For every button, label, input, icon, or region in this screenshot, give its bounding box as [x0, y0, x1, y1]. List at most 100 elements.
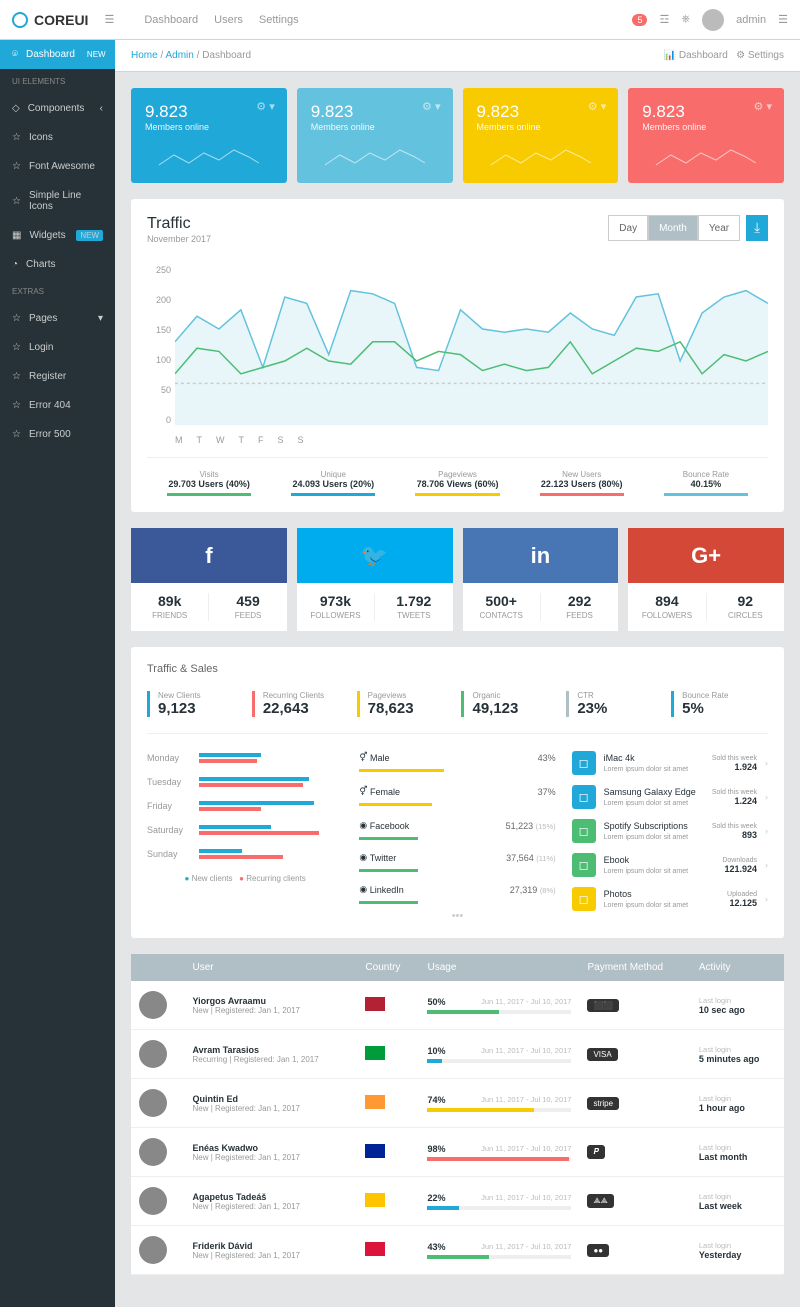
bc-home[interactable]: Home: [131, 50, 158, 61]
logo-icon: [12, 12, 28, 28]
user-avatar-icon: [139, 1138, 167, 1166]
sidebar-widgets[interactable]: ▦ WidgetsNEW: [0, 221, 115, 250]
ts-title: Traffic & Sales: [147, 663, 768, 675]
stat-card-2: ⚙ ▾9.823Members online: [463, 88, 619, 183]
menu-icon[interactable]: ☰: [778, 13, 788, 26]
traffic-title: Traffic: [147, 215, 211, 233]
payment-icon: VISA: [587, 1048, 617, 1061]
stat-value: 9.823: [311, 102, 439, 122]
table-header: Activity: [691, 954, 784, 981]
sidebar-pages[interactable]: ☆ Pages▾: [0, 304, 115, 333]
source-row: ◉ Twitter37,564 (11%): [359, 846, 555, 869]
list-icon[interactable]: ☲: [659, 13, 669, 26]
bc-dash-link[interactable]: 📊 Dashboard: [664, 50, 728, 61]
ts-metric: Organic49,123: [461, 691, 558, 717]
product-row: ◻PhotosLorem ipsum dolor sit ametUploade…: [572, 882, 768, 916]
table-header: User: [185, 954, 358, 981]
sidebar-register[interactable]: ☆ Register: [0, 362, 115, 391]
traffic-stat: Unique24.093 Users (20%): [271, 470, 395, 496]
sidebar-simpleline[interactable]: ☆ Simple Line Icons: [0, 181, 115, 221]
traffic-stat: New Users22.123 Users (80%): [520, 470, 644, 496]
stat-label: Members online: [311, 122, 439, 132]
payment-icon: stripe: [587, 1097, 619, 1110]
ts-metric: Recurring Clients22,643: [252, 691, 349, 717]
table-header: Country: [357, 954, 419, 981]
payment-icon: ⬛⬛: [587, 999, 619, 1012]
ts-metric: New Clients9,123: [147, 691, 244, 717]
gear-icon[interactable]: ⚙ ▾: [754, 100, 772, 113]
bc-admin[interactable]: Admin: [165, 50, 193, 61]
traffic-stat: Pageviews78.706 Views (60%): [395, 470, 519, 496]
traffic-chart: 250200150100500 MTWTFSS: [147, 265, 768, 445]
day-row: Friday: [147, 794, 343, 818]
nav-dashboard[interactable]: Dashboard: [144, 14, 198, 26]
day-row: Monday: [147, 746, 343, 770]
table-row[interactable]: Friderik DávidNew | Registered: Jan 1, 2…: [131, 1226, 784, 1275]
social-icon: 🐦: [297, 528, 453, 583]
username[interactable]: admin: [736, 14, 766, 26]
sidebar-404[interactable]: ☆ Error 404: [0, 391, 115, 420]
social-icon: G+: [628, 528, 784, 583]
table-header: Payment Method: [579, 954, 690, 981]
brand-logo[interactable]: COREUI: [12, 12, 88, 28]
flag-icon: [365, 1193, 385, 1207]
sidebar-icons[interactable]: ☆ Icons: [0, 123, 115, 152]
ts-metric: Pageviews78,623: [357, 691, 454, 717]
sidebar-components[interactable]: ◇ Components‹: [0, 94, 115, 123]
flag-icon: [365, 1242, 385, 1256]
nav-settings[interactable]: Settings: [259, 14, 299, 26]
table-row[interactable]: Avram TarasiosRecurring | Registered: Ja…: [131, 1030, 784, 1079]
sidebar-dashboard[interactable]: ⌾ DashboardNEW: [0, 40, 115, 69]
day-row: Sunday: [147, 842, 343, 866]
stat-card-3: ⚙ ▾9.823Members online: [628, 88, 784, 183]
location-icon[interactable]: ⎈: [681, 13, 690, 26]
bc-settings-link[interactable]: ⚙ Settings: [736, 50, 784, 61]
stat-label: Members online: [642, 122, 770, 132]
social-card-li: in500+contacts292feeds: [463, 528, 619, 631]
top-header: COREUI ☰ Dashboard Users Settings 5 ☲ ⎈ …: [0, 0, 800, 40]
table-row[interactable]: Quintin EdNew | Registered: Jan 1, 2017 …: [131, 1079, 784, 1128]
btn-day[interactable]: Day: [608, 215, 648, 241]
sidebar-section-ui: UI ELEMENTS: [0, 69, 115, 94]
gender-row: ⚥ Female37%: [359, 780, 555, 803]
gear-icon[interactable]: ⚙ ▾: [256, 100, 274, 113]
table-row[interactable]: Yiorgos AvraamuNew | Registered: Jan 1, …: [131, 981, 784, 1030]
table-header: Usage: [419, 954, 579, 981]
ts-metric: CTR23%: [566, 691, 663, 717]
stat-label: Members online: [145, 122, 273, 132]
traffic-subtitle: November 2017: [147, 234, 211, 244]
user-avatar-icon: [139, 1187, 167, 1215]
stat-value: 9.823: [477, 102, 605, 122]
flag-icon: [365, 997, 385, 1011]
flag-icon: [365, 1095, 385, 1109]
menu-toggle-icon[interactable]: ☰: [104, 13, 114, 26]
user-avatar-icon: [139, 1236, 167, 1264]
gear-icon[interactable]: ⚙ ▾: [588, 100, 606, 113]
btn-year[interactable]: Year: [698, 215, 740, 241]
users-table: UserCountryUsagePayment MethodActivity Y…: [131, 954, 784, 1275]
sidebar-fontawesome[interactable]: ☆ Font Awesome: [0, 152, 115, 181]
social-icon: in: [463, 528, 619, 583]
day-row: Saturday: [147, 818, 343, 842]
product-row: ◻iMac 4kLorem ipsum dolor sit ametSold t…: [572, 746, 768, 780]
sidebar-500[interactable]: ☆ Error 500: [0, 420, 115, 449]
download-button[interactable]: ⤓: [746, 215, 768, 241]
btn-month[interactable]: Month: [648, 215, 698, 241]
traffic-stat: Bounce Rate40.15%: [644, 470, 768, 496]
source-row: ◉ LinkedIn27,319 (8%): [359, 878, 555, 901]
stat-card-1: ⚙ ▾9.823Members online: [297, 88, 453, 183]
nav-users[interactable]: Users: [214, 14, 243, 26]
user-avatar-icon: [139, 991, 167, 1019]
table-row[interactable]: Enéas KwadwoNew | Registered: Jan 1, 201…: [131, 1128, 784, 1177]
social-card-tw: 🐦973kfollowers1.792tweets: [297, 528, 453, 631]
sidebar-charts[interactable]: ◔ Charts: [0, 250, 115, 279]
stat-label: Members online: [477, 122, 605, 132]
product-row: ◻Spotify SubscriptionsLorem ipsum dolor …: [572, 814, 768, 848]
sidebar: ⌾ DashboardNEW UI ELEMENTS ◇ Components‹…: [0, 40, 115, 1307]
table-row[interactable]: Agapetus TadeášNew | Registered: Jan 1, …: [131, 1177, 784, 1226]
user-avatar[interactable]: [702, 9, 724, 31]
notification-badge[interactable]: 5: [632, 14, 647, 26]
sidebar-login[interactable]: ☆ Login: [0, 333, 115, 362]
gear-icon[interactable]: ⚙ ▾: [422, 100, 440, 113]
traffic-stat: Visits29.703 Users (40%): [147, 470, 271, 496]
